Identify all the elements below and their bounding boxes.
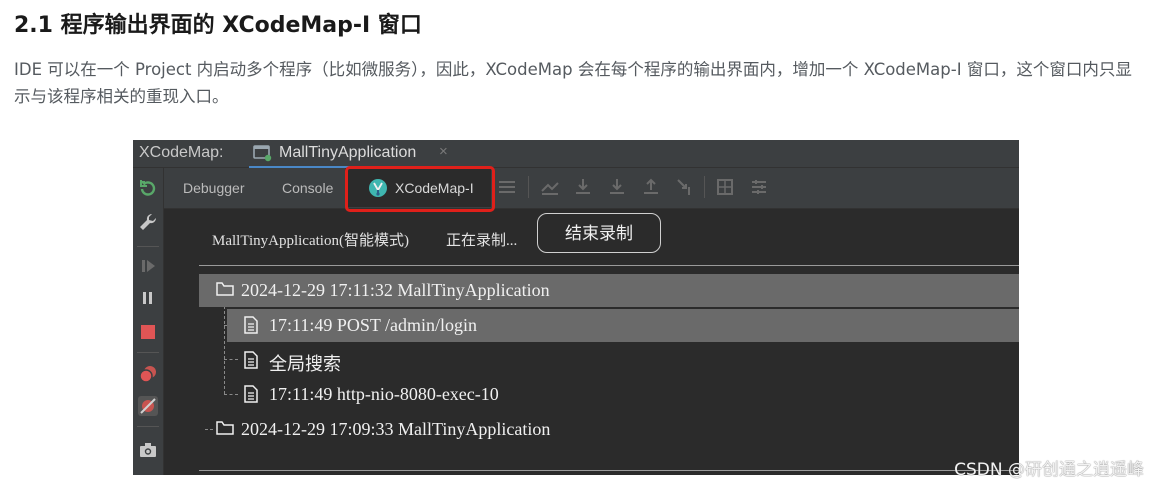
camera-icon[interactable] [138,440,158,460]
menu-lines-icon[interactable] [498,178,516,201]
show-execution-point-icon[interactable] [540,178,560,201]
left-action-bar [133,168,164,475]
tree-item-session[interactable]: 2024-12-29 17:09:33 MallTinyApplication [199,413,1019,446]
separator [137,352,159,353]
file-icon [243,351,259,374]
stop-icon[interactable] [138,322,158,342]
tab-console[interactable]: Console [282,180,333,196]
tree-item-label: 全局搜索 [269,354,341,374]
rerun-icon[interactable] [138,178,158,198]
separator [704,176,705,198]
tab-debugger[interactable]: Debugger [183,180,245,196]
view-breakpoints-icon[interactable] [138,364,158,384]
divider [199,470,1019,471]
tree-item-label: 17:11:49 POST /admin/login [269,315,478,335]
run-tool-window-tabbar: XCodeMap: MallTinyApplication × [133,140,1019,169]
tree-item-label: 17:11:49 http-nio-8080-exec-10 [269,384,499,404]
tree-item-global-search[interactable]: 全局搜索 [227,344,1019,377]
mute-breakpoints-icon[interactable] [138,396,158,416]
run-to-cursor-icon[interactable] [676,178,694,201]
run-tab-malltiny[interactable]: MallTinyApplication × [249,140,455,169]
step-out-icon[interactable] [642,178,660,201]
tool-window-title: XCodeMap: [139,144,224,161]
close-icon[interactable]: × [439,143,448,160]
stop-recording-button[interactable]: 结束录制 [537,213,661,253]
watermark: CSDN @研创通之逍遥峰 [954,460,1144,480]
file-icon [243,385,259,408]
trace-settings-icon[interactable] [750,178,768,201]
app-mode-label: MallTinyApplication(智能模式) [212,233,409,249]
separator [528,176,529,198]
ide-screenshot: XCodeMap: MallTinyApplication × Debugger… [133,140,1019,475]
step-into-icon[interactable] [608,178,626,201]
tree-item-thread[interactable]: 17:11:49 http-nio-8080-exec-10 [227,378,1019,411]
tree-item-label: 2024-12-29 17:11:32 MallTinyApplication [241,280,550,300]
tree-item-label: 2024-12-29 17:09:33 MallTinyApplication [241,419,551,439]
run-tab-label: MallTinyApplication [279,144,417,161]
tree-item-session[interactable]: 2024-12-29 17:11:32 MallTinyApplication [199,274,1019,307]
file-icon [243,316,259,339]
application-run-icon [253,144,273,167]
wrench-icon[interactable] [138,212,158,232]
step-over-icon[interactable] [574,178,592,201]
intro-paragraph: IDE 可以在一个 Project 内启动多个程序（比如微服务），因此，XCod… [14,60,1132,106]
folder-icon [216,420,234,441]
separator [137,246,159,247]
evaluate-expression-icon[interactable] [716,178,734,201]
tree-connector [224,306,225,394]
pause-icon[interactable] [138,288,158,308]
divider [199,265,1019,266]
resume-icon[interactable] [138,256,158,276]
folder-icon [216,281,234,302]
highlight-box [345,166,495,212]
recording-status: 正在录制... [446,233,518,249]
section-heading: 2.1 程序输出界面的 XCodeMap-I 窗口 [14,13,422,38]
separator [137,426,159,427]
debug-toolbar: Debugger Console XCodeMap-I [164,168,1019,209]
tree-item-request[interactable]: 17:11:49 POST /admin/login [227,309,1019,342]
